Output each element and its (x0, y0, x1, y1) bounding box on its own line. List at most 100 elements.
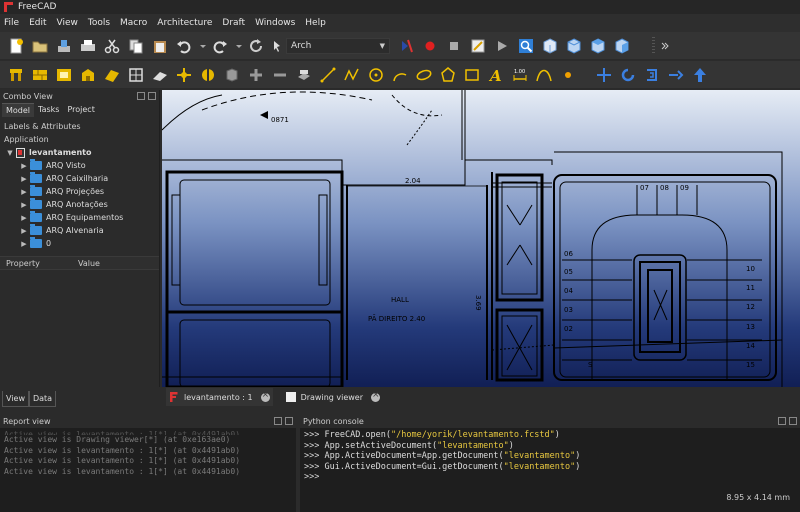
tree-item[interactable]: ▶ ARQ Visto (0, 159, 159, 172)
draft-dimension-icon[interactable]: 1.00 (512, 67, 528, 83)
chevron-right-icon[interactable]: ▶ (20, 162, 28, 170)
tree-item[interactable]: ▶ ARQ Anotações (0, 198, 159, 211)
tab-data[interactable]: Data (28, 391, 57, 407)
tab-model[interactable]: Model (2, 103, 35, 117)
draft-trimex-icon[interactable] (668, 67, 684, 83)
menu-draft[interactable]: Draft (222, 18, 245, 28)
draft-polygon-icon[interactable] (440, 66, 456, 83)
tree-item[interactable]: ▶ ARQ Caixilharia (0, 172, 159, 185)
macro-edit-icon[interactable] (470, 38, 486, 54)
menu-architecture[interactable]: Architecture (157, 18, 212, 28)
draft-rotate-icon[interactable] (620, 67, 636, 83)
cut-icon[interactable] (104, 38, 120, 54)
menu-file[interactable]: File (4, 18, 19, 28)
draft-move-icon[interactable] (596, 67, 612, 83)
tab-levantamento[interactable]: levantamento : 1 (166, 388, 273, 406)
draft-offset-icon[interactable] (644, 67, 660, 83)
chevron-right-icon[interactable]: ▶ (20, 214, 28, 222)
arch-structure-icon[interactable] (8, 67, 24, 83)
value-column-header[interactable]: Value (72, 259, 144, 268)
arch-building-icon[interactable] (80, 67, 96, 83)
draft-arc-icon[interactable] (392, 67, 408, 83)
arch-section-plane-icon[interactable] (176, 67, 192, 83)
view-front-icon[interactable] (566, 37, 582, 54)
view-fit-all-icon[interactable] (518, 38, 534, 54)
macro-play-icon[interactable] (494, 38, 510, 54)
draft-upgrade-icon[interactable] (692, 67, 708, 83)
macro-execute-icon[interactable] (398, 38, 414, 54)
draft-bspline-icon[interactable] (536, 67, 552, 83)
chevron-down-icon[interactable] (200, 38, 206, 54)
chevron-right-icon[interactable]: ▶ (20, 240, 28, 248)
paste-icon[interactable] (152, 38, 168, 54)
view-axonometric-icon[interactable] (542, 37, 558, 54)
chevron-right-icon[interactable]: ▶ (20, 227, 28, 235)
chevron-right-icon[interactable]: ▶ (20, 201, 28, 209)
report-log[interactable]: Active view is levantamento : 1[*] (at 0… (0, 428, 296, 479)
toolbar-grip[interactable] (652, 36, 655, 55)
arch-remove-icon[interactable] (272, 67, 288, 83)
draft-text-icon[interactable]: A (488, 67, 504, 85)
draft-rectangle-icon[interactable] (464, 67, 480, 83)
arch-window-icon[interactable] (56, 67, 72, 83)
workbench-selector[interactable]: Arch ▼ (286, 37, 390, 54)
menu-windows[interactable]: Windows (255, 18, 295, 28)
menu-view[interactable]: View (57, 18, 78, 28)
close-icon[interactable] (371, 390, 381, 402)
arch-add-icon[interactable] (248, 67, 264, 83)
draft-point-icon[interactable] (560, 67, 576, 83)
print-icon[interactable] (80, 38, 96, 54)
macro-record-icon[interactable] (422, 38, 438, 54)
refresh-icon[interactable] (248, 38, 264, 54)
tab-tasks[interactable]: Tasks (34, 103, 63, 117)
save-document-icon[interactable] (56, 38, 72, 54)
chevron-right-icon[interactable]: ▶ (20, 188, 28, 196)
property-column-header[interactable]: Property (0, 259, 72, 268)
draft-circle-icon[interactable] (368, 67, 384, 83)
tree-item-root[interactable]: ▼ levantamento (0, 146, 159, 159)
menu-tools[interactable]: Tools (88, 18, 110, 28)
close-icon[interactable] (260, 390, 270, 402)
tree-item[interactable]: ▶ ARQ Equipamentos (0, 211, 159, 224)
tree-item[interactable]: ▶ 0 (0, 237, 159, 250)
tree-item[interactable]: ▶ ARQ Alvenaria (0, 224, 159, 237)
arch-equipment-icon[interactable] (224, 67, 240, 83)
close-panel-icon[interactable] (789, 417, 797, 425)
draft-ellipse-icon[interactable] (416, 67, 432, 83)
float-panel-icon[interactable] (137, 92, 145, 100)
tab-view[interactable]: View (2, 391, 29, 407)
whats-this-icon[interactable] (272, 38, 282, 54)
draft-wire-icon[interactable] (344, 67, 360, 83)
float-panel-icon[interactable] (274, 417, 282, 425)
arch-axes-icon[interactable] (128, 67, 144, 83)
copy-icon[interactable] (128, 38, 144, 54)
tab-project[interactable]: Project (63, 103, 98, 117)
draft-line-icon[interactable] (320, 67, 336, 83)
tree-item[interactable]: ▶ ARQ Projeções (0, 185, 159, 198)
undo-icon[interactable] (176, 38, 192, 54)
console-prompt[interactable]: >>> (304, 472, 796, 483)
arch-floor-icon[interactable] (104, 67, 120, 83)
close-panel-icon[interactable] (285, 417, 293, 425)
menu-help[interactable]: Help (305, 18, 326, 28)
close-panel-icon[interactable] (148, 92, 156, 100)
arch-site-icon[interactable] (200, 67, 216, 83)
arch-cut-icon[interactable] (296, 67, 312, 83)
chevron-down-icon[interactable]: ▼ (6, 149, 14, 157)
console-output[interactable]: >>> FreeCAD.open("/home/yorik/levantamen… (300, 428, 800, 485)
menu-macro[interactable]: Macro (120, 18, 147, 28)
float-panel-icon[interactable] (778, 417, 786, 425)
tab-drawing-viewer[interactable]: Drawing viewer (283, 388, 383, 406)
view-top-icon[interactable] (590, 37, 606, 54)
chevron-right-icon[interactable]: ▶ (20, 175, 28, 183)
arch-roof-icon[interactable] (152, 67, 168, 83)
open-document-icon[interactable] (32, 38, 48, 54)
3d-viewport[interactable]: 0871 2.04 HALL PÃ DIREITO 2.40 3.69 S 07… (162, 90, 800, 387)
redo-icon[interactable] (212, 38, 228, 54)
arch-wall-icon[interactable] (32, 67, 48, 83)
chevron-down-icon[interactable] (236, 38, 242, 54)
menu-edit[interactable]: Edit (29, 18, 46, 28)
toolbar-overflow-icon[interactable] (661, 38, 669, 54)
new-document-icon[interactable] (8, 38, 24, 54)
macro-stop-icon[interactable] (446, 38, 462, 54)
